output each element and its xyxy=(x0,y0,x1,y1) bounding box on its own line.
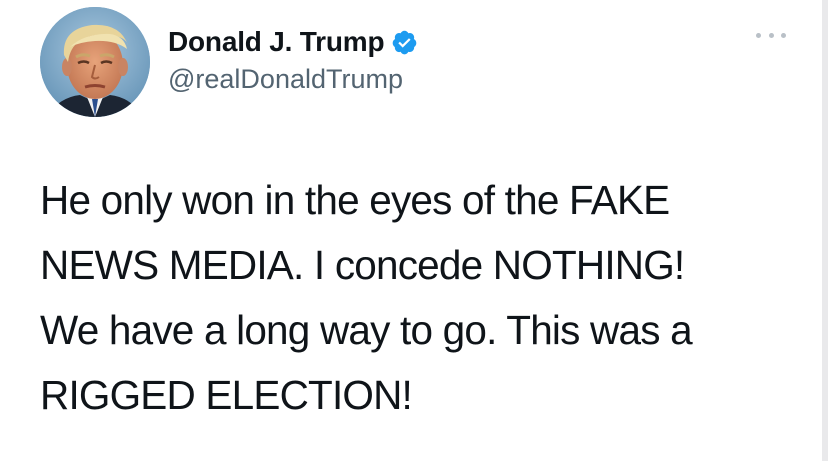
tweet-text-line: We have a long way to go. This was a xyxy=(40,307,693,353)
tweet-card: Donald J. Trump @realDonaldTrump He only… xyxy=(0,0,828,461)
tweet-text: He only won in the eyes of the FAKE NEWS… xyxy=(40,168,780,428)
dot xyxy=(781,32,786,38)
user-handle[interactable]: @realDonaldTrump xyxy=(168,64,403,95)
avatar-photo xyxy=(40,7,150,117)
tweet-text-line: He only won in the eyes of the FAKE xyxy=(40,177,670,223)
name-row: Donald J. Trump xyxy=(168,22,418,62)
avatar[interactable] xyxy=(40,7,150,117)
dot xyxy=(756,32,761,38)
dot xyxy=(768,32,774,38)
tweet-text-line: NEWS MEDIA. I concede NOTHING! xyxy=(40,242,685,288)
more-options-icon[interactable] xyxy=(756,30,786,40)
verified-badge-icon xyxy=(391,29,418,56)
display-name[interactable]: Donald J. Trump xyxy=(168,26,385,58)
scroll-edge xyxy=(822,0,828,461)
tweet-text-line: RIGGED ELECTION! xyxy=(40,372,413,418)
